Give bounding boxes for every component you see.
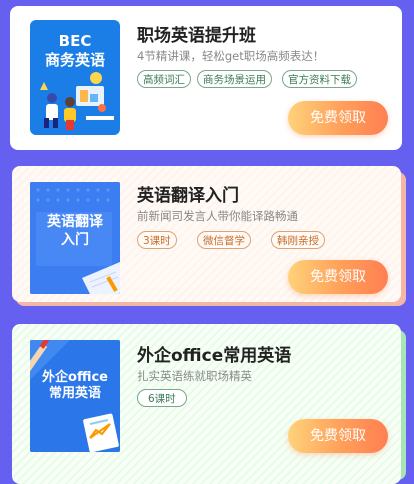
course-title[interactable]: 英语翻译入门 bbox=[137, 181, 239, 206]
course-tag: 6课时 bbox=[137, 389, 187, 407]
thumb-title-line1: 外企office bbox=[42, 370, 108, 385]
course-subtitle: 4节精讲课，轻松get职场高频表达！ bbox=[137, 49, 325, 63]
thumb-title-line2: 常用英语 bbox=[48, 386, 101, 402]
course-tag: 官方资料下载 bbox=[282, 70, 357, 88]
course-subtitle: 前新闻司发言人带你能译路畅通 bbox=[137, 209, 298, 223]
thumb-title-line1: 英语翻译 bbox=[47, 214, 103, 230]
course-title[interactable]: 职场英语提升班 bbox=[137, 21, 256, 46]
course-title[interactable]: 外企office常用英语 bbox=[137, 341, 291, 366]
course-thumbnail-bec[interactable]: BEC 商务英语 bbox=[30, 20, 120, 135]
business-people-illustration-icon bbox=[40, 72, 114, 130]
course-tag: 高频词汇 bbox=[137, 70, 191, 88]
course-tag: 3课时 bbox=[137, 231, 177, 249]
course-subtitle: 扎实英语练就职场精英 bbox=[137, 369, 252, 383]
course-tag: 商务场景运用 bbox=[197, 70, 272, 88]
course-tag: 微信督学 bbox=[197, 231, 251, 249]
free-claim-button[interactable]: 免费领取 bbox=[288, 101, 388, 135]
thumb-title-line2: 入门 bbox=[61, 231, 89, 248]
course-thumbnail-translation[interactable]: 英语翻译 入门 bbox=[30, 182, 120, 294]
course-thumbnail-office-english[interactable]: 外企office 常用英语 bbox=[30, 340, 120, 452]
free-claim-button[interactable]: 免费领取 bbox=[288, 419, 388, 453]
free-claim-button[interactable]: 免费领取 bbox=[288, 260, 388, 294]
course-tag: 韩刚亲授 bbox=[271, 231, 325, 249]
